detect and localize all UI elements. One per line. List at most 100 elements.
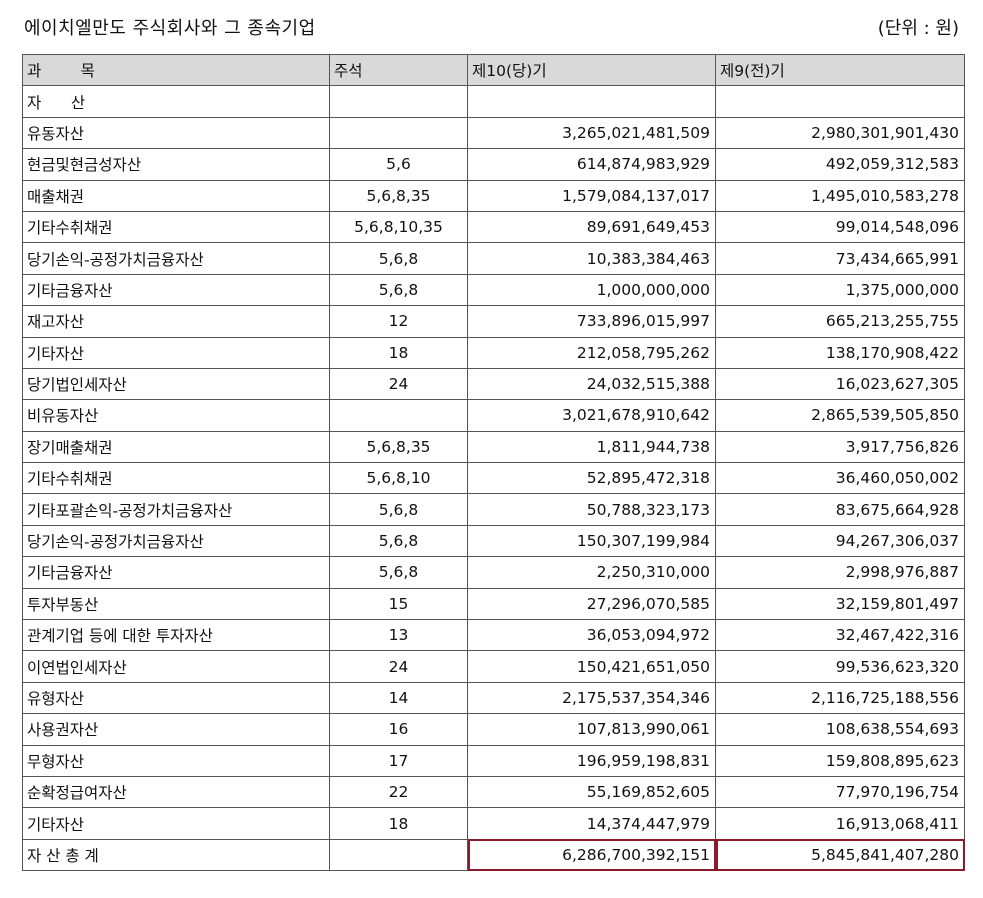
row-current-value: 1,579,084,137,017 <box>467 179 716 212</box>
row-prior-value: 665,213,255,755 <box>715 305 965 338</box>
row-prior-value: 108,638,554,693 <box>715 713 965 746</box>
table-row: 재고자산 12 733,896,015,997 665,213,255,755 <box>22 305 965 338</box>
row-prior-value: 1,495,010,583,278 <box>715 179 965 212</box>
balance-sheet-table: 과 목 주석 제10(당)기 제9(전)기 자 산 유동자산 3,265,021,4… <box>22 53 965 872</box>
row-item-label: 유형자산 <box>22 681 330 715</box>
row-note: 17 <box>329 744 468 777</box>
table-row: 이연법인세자산 24 150,421,651,050 99,536,623,320 <box>22 650 965 683</box>
row-item-label: 매출채권 <box>22 179 330 212</box>
row-prior-value: 2,980,301,901,430 <box>715 116 965 150</box>
table-row: 비유동자산 3,021,678,910,642 2,865,539,505,850 <box>22 399 965 432</box>
row-note: 5,6,8,35 <box>329 179 468 212</box>
row-note: 5,6,8,10,35 <box>329 210 468 244</box>
table-row: 당기법인세자산 24 24,032,515,388 16,023,627,305 <box>22 367 965 401</box>
row-note <box>329 399 468 432</box>
table-row: 당기손익-공정가치금융자산 5,6,8 150,307,199,984 94,267,… <box>22 524 965 558</box>
row-current-value: 212,058,795,262 <box>467 336 716 369</box>
row-item-label: 투자부동산 <box>22 587 330 621</box>
row-note: 5,6,8 <box>329 556 468 589</box>
row-item-label: 자 산 <box>22 85 330 118</box>
row-current-value: 55,169,852,605 <box>467 775 716 809</box>
row-item-label: 기타자산 <box>22 336 330 369</box>
table-row: 기타수취채권 5,6,8,10,35 89,691,649,453 99,014,54… <box>22 210 965 244</box>
row-current-value: 6,286,700,392,151 <box>467 838 716 872</box>
table-row: 자 산 총 계 6,286,700,392,151 5,845,841,407,28… <box>22 838 965 872</box>
row-current-value: 107,813,990,061 <box>467 713 716 746</box>
row-prior-value: 99,536,623,320 <box>715 650 965 683</box>
row-prior-value: 2,865,539,505,850 <box>715 399 965 432</box>
table-row: 기타포괄손익-공정가치금융자산 5,6,8 50,788,323,173 83,675… <box>22 493 965 526</box>
row-current-value: 1,811,944,738 <box>467 430 716 464</box>
row-prior-value: 16,913,068,411 <box>715 807 965 840</box>
row-current-value: 733,896,015,997 <box>467 305 716 338</box>
row-current-value: 1,000,000,000 <box>467 273 716 307</box>
row-note: 22 <box>329 775 468 809</box>
table-row: 무형자산 17 196,959,198,831 159,808,895,623 <box>22 744 965 777</box>
table-row: 기타자산 18 14,374,447,979 16,913,068,411 <box>22 807 965 840</box>
row-note: 18 <box>329 336 468 369</box>
column-header-current-period: 제10(당)기 <box>467 53 716 87</box>
row-note: 15 <box>329 587 468 621</box>
table-row: 기타수취채권 5,6,8,10 52,895,472,318 36,460,050,0… <box>22 462 965 495</box>
row-current-value: 36,053,094,972 <box>467 619 716 652</box>
row-prior-value: 94,267,306,037 <box>715 524 965 558</box>
row-item-label: 기타금융자산 <box>22 556 330 589</box>
row-note: 14 <box>329 681 468 715</box>
row-item-label: 장기매출채권 <box>22 430 330 464</box>
row-note <box>329 838 468 872</box>
table-row: 장기매출채권 5,6,8,35 1,811,944,738 3,917,756,826 <box>22 430 965 464</box>
row-prior-value: 5,845,841,407,280 <box>715 838 965 872</box>
row-current-value: 196,959,198,831 <box>467 744 716 777</box>
row-note: 5,6 <box>329 148 468 181</box>
row-current-value: 3,265,021,481,509 <box>467 116 716 150</box>
row-prior-value: 2,998,976,887 <box>715 556 965 589</box>
row-prior-value: 99,014,548,096 <box>715 210 965 244</box>
row-current-value: 52,895,472,318 <box>467 462 716 495</box>
row-item-label: 재고자산 <box>22 305 330 338</box>
row-item-label: 당기손익-공정가치금융자산 <box>22 524 330 558</box>
row-prior-value: 3,917,756,826 <box>715 430 965 464</box>
row-current-value: 24,032,515,388 <box>467 367 716 401</box>
row-note: 5,6,8,35 <box>329 430 468 464</box>
row-note <box>329 116 468 150</box>
table-row: 기타금융자산 5,6,8 1,000,000,000 1,375,000,000 <box>22 273 965 307</box>
row-item-label: 순확정급여자산 <box>22 775 330 809</box>
row-current-value: 50,788,323,173 <box>467 493 716 526</box>
table-header-row: 과 목 주석 제10(당)기 제9(전)기 <box>22 53 965 87</box>
table-row: 기타금융자산 5,6,8 2,250,310,000 2,998,976,887 <box>22 556 965 589</box>
row-item-label: 기타포괄손익-공정가치금융자산 <box>22 493 330 526</box>
row-note: 12 <box>329 305 468 338</box>
row-note <box>329 85 468 118</box>
table-row: 관계기업 등에 대한 투자자산 13 36,053,094,972 32,467,42… <box>22 619 965 652</box>
row-note: 24 <box>329 650 468 683</box>
table-row: 당기손익-공정가치금융자산 5,6,8 10,383,384,463 73,434,6… <box>22 242 965 275</box>
row-prior-value: 1,375,000,000 <box>715 273 965 307</box>
row-note: 18 <box>329 807 468 840</box>
row-item-label: 무형자산 <box>22 744 330 777</box>
table-row: 사용권자산 16 107,813,990,061 108,638,554,693 <box>22 713 965 746</box>
row-item-label: 현금및현금성자산 <box>22 148 330 181</box>
table-row: 투자부동산 15 27,296,070,585 32,159,801,497 <box>22 587 965 621</box>
table-row: 기타자산 18 212,058,795,262 138,170,908,422 <box>22 336 965 369</box>
row-item-label: 관계기업 등에 대한 투자자산 <box>22 619 330 652</box>
row-prior-value: 138,170,908,422 <box>715 336 965 369</box>
row-item-label: 유동자산 <box>22 116 330 150</box>
row-current-value: 3,021,678,910,642 <box>467 399 716 432</box>
row-current-value: 2,175,537,354,346 <box>467 681 716 715</box>
row-prior-value: 159,808,895,623 <box>715 744 965 777</box>
row-prior-value: 32,467,422,316 <box>715 619 965 652</box>
row-prior-value: 36,460,050,002 <box>715 462 965 495</box>
row-item-label: 기타금융자산 <box>22 273 330 307</box>
table-row: 순확정급여자산 22 55,169,852,605 77,970,196,754 <box>22 775 965 809</box>
report-title: 에이치엘만도 주식회사와 그 종속기업 <box>24 18 316 39</box>
row-prior-value: 2,116,725,188,556 <box>715 681 965 715</box>
row-note: 5,6,8 <box>329 273 468 307</box>
table-row: 자 산 <box>22 85 965 118</box>
row-current-value: 27,296,070,585 <box>467 587 716 621</box>
table-row: 유동자산 3,265,021,481,509 2,980,301,901,430 <box>22 116 965 150</box>
column-header-item: 과 목 <box>22 53 330 87</box>
report-header: 에이치엘만도 주식회사와 그 종속기업 (단위 : 원) <box>0 0 983 54</box>
row-prior-value: 77,970,196,754 <box>715 775 965 809</box>
row-note: 24 <box>329 367 468 401</box>
row-item-label: 비유동자산 <box>22 399 330 432</box>
